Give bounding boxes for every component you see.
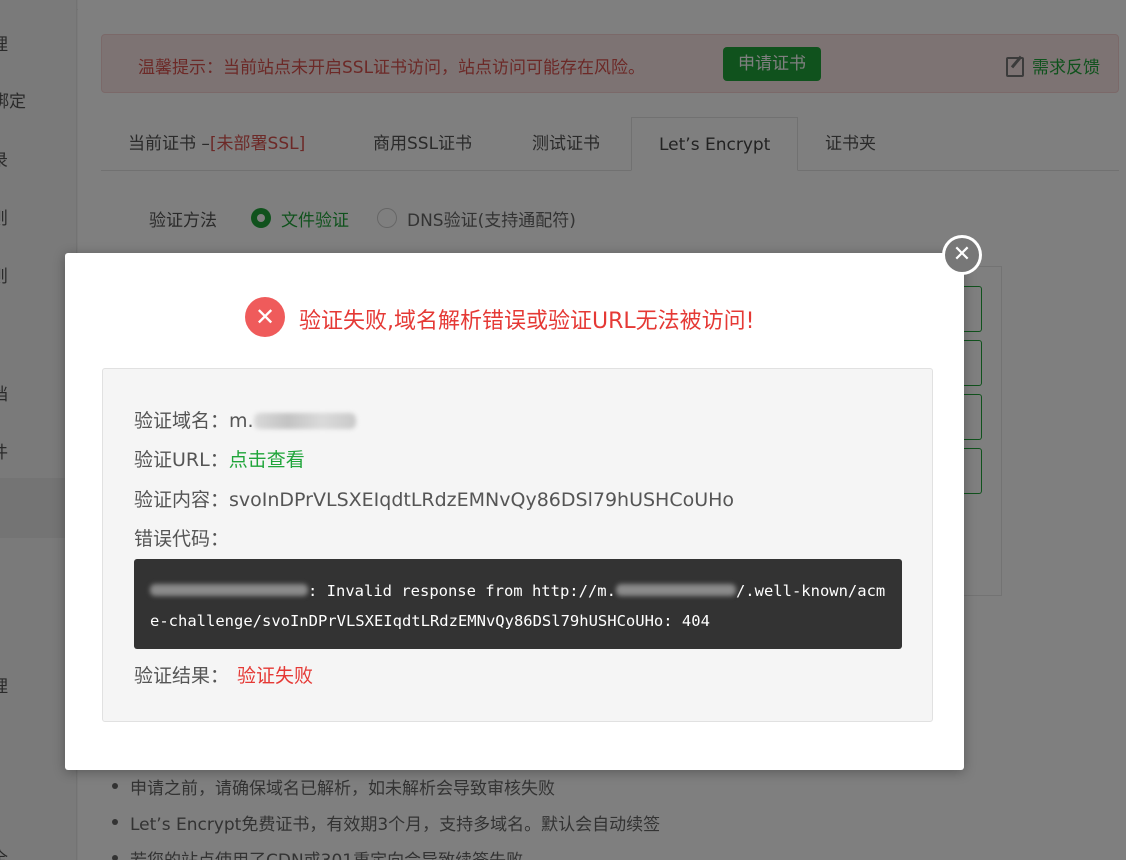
field-label: 验证结果：	[134, 665, 230, 687]
error-code-row: 错误代码：	[134, 524, 229, 551]
field-label: 验证域名：	[134, 410, 230, 432]
redacted-text	[253, 413, 356, 429]
verify-detail-panel: 验证域名：m. 验证URL：点击查看 验证内容：svoInDPrVLSXEIqd…	[102, 368, 933, 722]
content-value: svoInDPrVLSXEIqdtLRdzEMNvQy86DSl79hUSHCo…	[229, 489, 735, 511]
domain-value: m.	[229, 410, 254, 432]
verify-content-row: 验证内容：svoInDPrVLSXEIqdtLRdzEMNvQy86DSl79h…	[134, 485, 734, 512]
field-label: 验证内容：	[134, 489, 230, 511]
view-url-link[interactable]: 点击查看	[229, 449, 305, 471]
redacted-domain	[615, 584, 736, 596]
close-dialog-button[interactable]: ✕	[942, 235, 982, 275]
result-value: 验证失败	[237, 665, 314, 687]
redacted-ip	[150, 584, 308, 596]
dialog-title-text: 验证失败,域名解析错误或验证URL无法被访问!	[299, 309, 755, 334]
error-text: : Invalid response from http://m.	[308, 582, 616, 600]
verify-failed-dialog: ✕ 验证失败,域名解析错误或验证URL无法被访问! 验证域名：m. 验证URL：…	[65, 253, 964, 770]
verify-url-row: 验证URL：点击查看	[134, 445, 305, 472]
field-label: 错误代码：	[134, 528, 230, 550]
field-label: 验证URL：	[134, 449, 229, 471]
verify-domain-row: 验证域名：m.	[134, 406, 356, 433]
error-icon: ✕	[245, 297, 285, 337]
error-code-block: : Invalid response from http://m./.well-…	[134, 559, 902, 649]
verify-result-row: 验证结果： 验证失败	[134, 661, 313, 688]
close-icon: ✕	[952, 242, 972, 267]
